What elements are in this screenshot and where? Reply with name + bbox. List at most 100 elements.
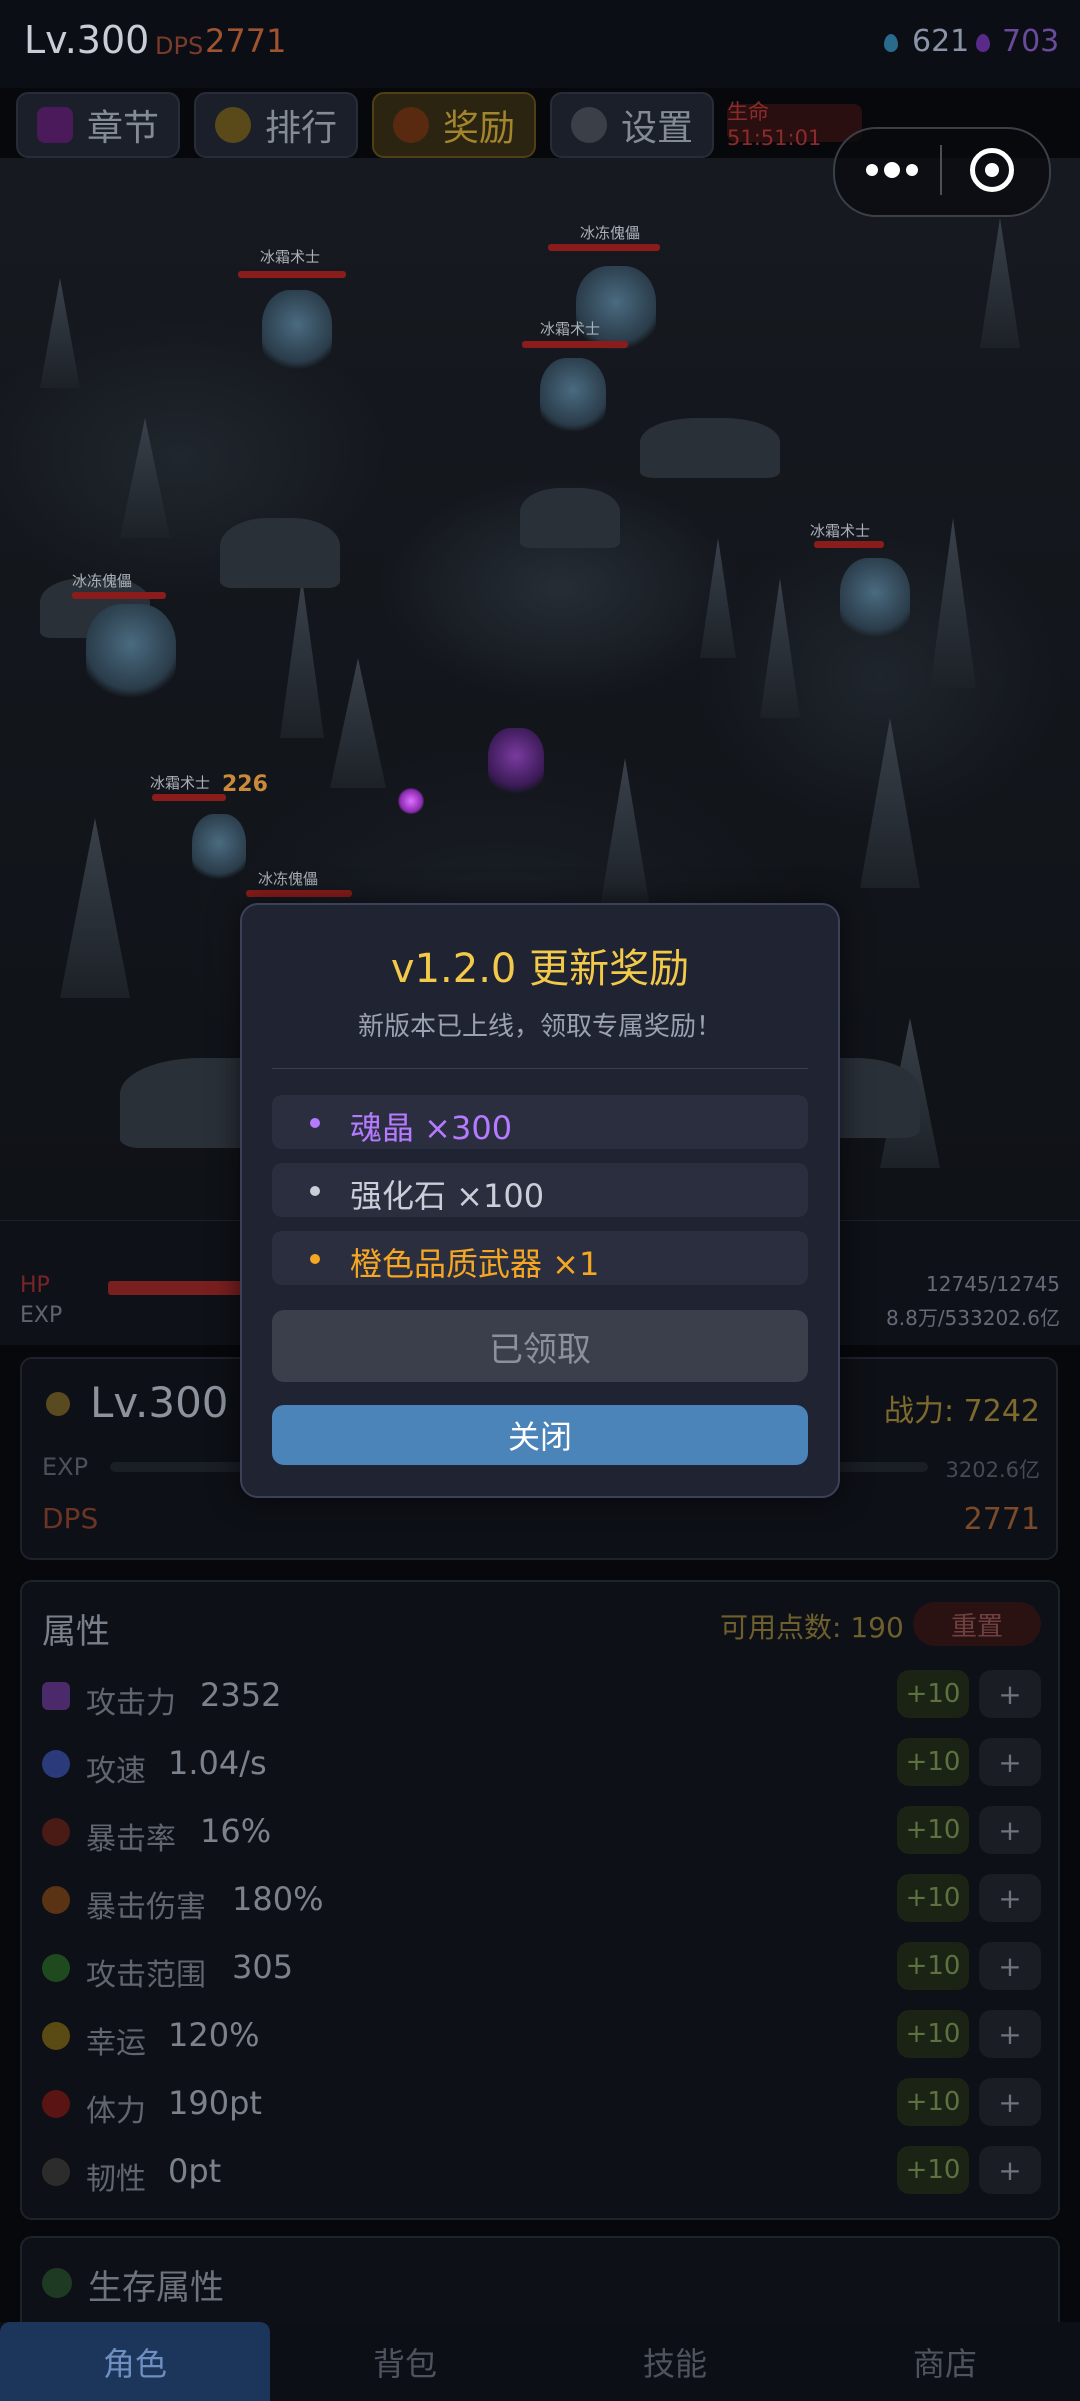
chapter-button[interactable]: 章节 (16, 92, 180, 158)
survival-icon (42, 2268, 72, 2298)
add-10-button[interactable]: +10 (897, 1738, 969, 1786)
bullet-icon (310, 1186, 320, 1196)
character-dps-label: DPS (42, 1502, 99, 1535)
add-10-button[interactable]: +10 (897, 2078, 969, 2126)
reset-button[interactable]: 重置 (913, 1602, 1041, 1646)
life-timer: 生命 51:51:01 (727, 100, 862, 150)
attribute-row-attack: 攻击力 2352 +10 + (42, 1668, 1041, 1724)
speed-icon (42, 1750, 70, 1778)
add-1-button[interactable]: + (979, 1942, 1041, 1990)
attribute-row-crit-rate: 暴击率 16% +10 + (42, 1804, 1041, 1860)
add-1-button[interactable]: + (979, 1806, 1041, 1854)
bullet-icon (310, 1254, 320, 1264)
settings-button[interactable]: 设置 (550, 92, 714, 158)
reward-item-text: 魂晶 ×300 (350, 1109, 513, 1147)
add-10-button[interactable]: +10 (897, 1670, 969, 1718)
add-10-button[interactable]: +10 (897, 1874, 969, 1922)
attribute-value: 0pt (168, 2152, 222, 2190)
gear-icon (570, 107, 607, 143)
enemy-hp-bar (548, 244, 660, 251)
exp-label: EXP (20, 1303, 63, 1328)
attribute-row-luck: 幸运 120% +10 + (42, 2008, 1041, 2064)
exp-value: 8.8万/533202.6亿 (886, 1306, 1060, 1330)
attribute-name: 暴击伤害 (86, 1890, 206, 1925)
enemy-name: 冰霜术士 (260, 248, 321, 266)
enemy-hp-bar (72, 592, 166, 599)
stamina-icon (42, 2090, 70, 2118)
hp-value: 12745/12745 (926, 1272, 1060, 1296)
enemy-hp-bar (152, 794, 226, 801)
soul-crystal-icon (884, 34, 898, 52)
attribute-row-attack-range: 攻击范围 305 +10 + (42, 1940, 1041, 1996)
trophy-icon (214, 107, 251, 143)
ranking-button[interactable]: 排行 (194, 92, 358, 158)
more-icon[interactable] (862, 150, 922, 190)
dialog-subtitle: 新版本已上线，领取专属奖励！ (357, 1012, 722, 1042)
attribute-row-crit-damage: 暴击伤害 180% +10 + (42, 1872, 1041, 1928)
attribute-value: 180% (232, 1880, 324, 1918)
add-1-button[interactable]: + (979, 2078, 1041, 2126)
reward-item: 强化石 ×100 (272, 1163, 808, 1217)
character-level: Lv.300 (90, 1378, 229, 1427)
rewards-label: 奖励 (442, 108, 515, 149)
tab-character[interactable]: 角色 (0, 2322, 270, 2401)
attribute-name: 攻速 (86, 1754, 146, 1789)
attribute-value: 1.04/s (168, 1744, 267, 1782)
add-1-button[interactable]: + (979, 2010, 1041, 2058)
character-exp-value: 3202.6亿 (945, 1458, 1040, 1482)
combat-power: 战力: 7242 (884, 1394, 1040, 1429)
enemy-name: 冰冻傀儡 (258, 870, 319, 888)
gift-icon (392, 107, 429, 143)
attributes-title: 属性 (42, 1612, 110, 1652)
enemy-sprite[interactable] (540, 358, 606, 438)
add-1-button[interactable]: + (979, 1738, 1041, 1786)
enemy-hp-bar (246, 890, 352, 897)
add-1-button[interactable]: + (979, 1874, 1041, 1922)
crit-damage-icon (42, 1886, 70, 1914)
survival-title: 生存属性 (88, 2268, 224, 2308)
attribute-value: 190pt (168, 2084, 262, 2122)
hp-bar (108, 1281, 246, 1295)
tab-backpack[interactable]: 背包 (270, 2322, 540, 2401)
dialog-divider (272, 1068, 808, 1069)
attribute-row-toughness: 韧性 0pt +10 + (42, 2144, 1041, 2200)
rewards-button[interactable]: 奖励 (372, 92, 536, 158)
add-10-button[interactable]: +10 (897, 1806, 969, 1854)
add-1-button[interactable]: + (979, 1670, 1041, 1718)
dps-value: 2771 (205, 22, 287, 60)
close-button[interactable]: 关闭 (272, 1405, 808, 1465)
add-10-button[interactable]: +10 (897, 1942, 969, 1990)
available-points: 可用点数: 190 (720, 1611, 904, 1644)
reward-item-text: 橙色品质武器 ×1 (350, 1245, 600, 1283)
range-icon (42, 1954, 70, 1982)
attribute-row-attack-speed: 攻速 1.04/s +10 + (42, 1736, 1041, 1792)
attribute-name: 体力 (86, 2094, 146, 2129)
tab-shop[interactable]: 商店 (810, 2322, 1080, 2401)
enemy-name: 冰霜术士 (540, 320, 601, 338)
enemy-sprite[interactable] (192, 814, 246, 886)
magic-orb (398, 788, 424, 814)
reward-item: 魂晶 ×300 (272, 1095, 808, 1149)
attribute-value: 16% (200, 1812, 272, 1850)
reward-item: 橙色品质武器 ×1 (272, 1231, 808, 1285)
attribute-value: 2352 (200, 1676, 282, 1714)
attribute-row-stamina: 体力 190pt +10 + (42, 2076, 1041, 2132)
enemy-sprite[interactable] (86, 604, 176, 704)
add-10-button[interactable]: +10 (897, 2010, 969, 2058)
player-level: Lv.300 (24, 18, 150, 62)
attribute-name: 攻击范围 (86, 1958, 206, 1993)
add-10-button[interactable]: +10 (897, 2146, 969, 2194)
dialog-title: v1.2.0 更新奖励 (390, 946, 690, 992)
attribute-name: 暴击率 (86, 1822, 176, 1857)
enemy-name: 冰冻傀儡 (580, 224, 641, 242)
tab-skills[interactable]: 技能 (540, 2322, 810, 2401)
enemy-hp-bar (814, 541, 884, 548)
claimed-button[interactable]: 已领取 (272, 1310, 808, 1382)
enemy-name: 冰霜术士 (150, 774, 211, 792)
sword-icon (42, 1682, 70, 1710)
close-miniprogram-icon[interactable] (970, 148, 1014, 192)
enemy-sprite[interactable] (262, 290, 332, 376)
enemy-sprite[interactable] (840, 558, 910, 644)
settings-label: 设置 (620, 108, 693, 149)
add-1-button[interactable]: + (979, 2146, 1041, 2194)
